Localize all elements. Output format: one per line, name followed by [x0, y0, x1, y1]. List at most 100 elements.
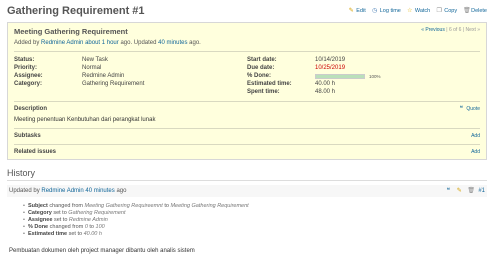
journal-notes: Pembuatan dokumen oleh project manager d…	[9, 248, 195, 254]
journal-detail-item: Assignee set to Redmine Admin	[23, 217, 487, 224]
copy-label: Copy	[444, 8, 458, 14]
due-date-label: Due date:	[247, 65, 275, 71]
priority-label: Priority:	[14, 65, 38, 71]
priority-value: Normal	[82, 65, 102, 71]
spent-time-label: Spent time:	[247, 89, 280, 95]
journal-number-link[interactable]: #1	[478, 188, 485, 194]
pencil-icon[interactable]: ✎	[456, 188, 462, 194]
journal-entry: Updated by Redmine Admin 40 minutes ago …	[7, 185, 487, 254]
next-link[interactable]: Next »	[466, 27, 480, 33]
history-heading: History	[7, 168, 487, 181]
journal-detail-to: 100	[95, 224, 105, 230]
divider	[14, 51, 480, 52]
journal-detail-from: Meeting Gathering Requireemnt	[84, 203, 163, 209]
journal-detail-verb: set to	[53, 210, 67, 216]
assignee-link[interactable]: Redmine Admin	[82, 73, 124, 79]
copy-icon: ❐	[436, 8, 442, 14]
category-row: Category: Gathering Requirement	[14, 80, 247, 88]
edit-button[interactable]: ✎ Edit	[348, 8, 366, 14]
estimated-time-row: Estimated time: 40.00 h	[247, 80, 480, 88]
log-time-label: Log time	[379, 8, 401, 14]
related-issues-header: Related issues Add	[14, 149, 480, 155]
journal-prefix: Updated by	[9, 188, 40, 194]
attributes-left: Status: New Task Priority: Normal Assign…	[14, 56, 247, 96]
subtasks-heading: Subtasks	[14, 133, 41, 139]
category-value: Gathering Requirement	[82, 81, 145, 87]
author-line: Added by Redmine Admin about 1 hour ago.…	[14, 40, 201, 46]
log-time-button[interactable]: ◷ Log time	[372, 8, 401, 14]
add-related-issue-link[interactable]: Add	[471, 149, 480, 155]
assignee-row: Assignee: Redmine Admin	[14, 72, 247, 80]
created-time-link[interactable]: about 1 hour	[85, 40, 119, 46]
delete-label: Delete	[471, 8, 487, 14]
previous-link[interactable]: « Previous	[421, 27, 445, 33]
due-date-row: Due date: 10/25/2019	[247, 64, 480, 72]
done-percent: 100%	[369, 73, 381, 79]
author-prefix: Added by	[14, 40, 40, 46]
journal-detail-item: Category set to Gathering Requirement	[23, 210, 487, 217]
status-label: Status:	[14, 57, 35, 63]
journal-detail-to: Redmine Admin	[68, 217, 108, 223]
journal-detail-from: 0	[84, 224, 88, 230]
related-issues-heading: Related issues	[14, 149, 57, 155]
start-date-value: 10/14/2019	[315, 57, 346, 63]
star-icon: ☆	[407, 8, 413, 14]
journal-detail-field: % Done	[27, 224, 49, 230]
subtasks-header: Subtasks Add	[14, 133, 480, 139]
issue-attributes: Status: New Task Priority: Normal Assign…	[14, 56, 480, 96]
divider	[14, 128, 480, 129]
journal-detail-item: Estimated time set to 40.00 h	[23, 231, 487, 238]
journal-detail-verb: set to	[53, 217, 68, 223]
ago-text: ago.	[189, 40, 201, 46]
journal-detail-field: Assignee	[27, 217, 53, 223]
journal-actions: ❝ ✎ 🗑 #1	[445, 188, 485, 194]
spent-time-row: Spent time: 48.00 h	[247, 88, 480, 96]
description-section: Description ❝ Quote Meeting penentuan Ken…	[14, 106, 480, 123]
category-label: Category:	[14, 81, 43, 87]
trash-icon: 🗑	[463, 8, 471, 14]
issue-subject-row: Meeting Gathering Requirement Added by R…	[14, 27, 480, 46]
journal-author-link[interactable]: Redmine Admin	[41, 188, 83, 194]
quote-icon[interactable]: ❝	[445, 188, 451, 194]
copy-button[interactable]: ❐ Copy	[436, 8, 458, 14]
quote-button[interactable]: ❝ Quote	[458, 106, 480, 112]
start-date-label: Start date:	[247, 57, 277, 63]
issue-subject: Meeting Gathering Requirement	[14, 27, 128, 36]
done-progress: 100%	[315, 73, 381, 79]
nav-position: 6 of 6	[448, 27, 462, 33]
journal-detail-verb: set to	[68, 231, 83, 237]
trash-icon[interactable]: 🗑	[467, 188, 475, 194]
quote-icon: ❝	[459, 106, 463, 112]
journal-detail-verb: changed from	[49, 224, 84, 230]
progress-bar	[315, 73, 365, 79]
done-row: % Done: 100%	[247, 72, 480, 80]
journal-detail-item: Subject changed from Meeting Gathering R…	[23, 203, 487, 210]
journal-detail-field: Estimated time	[27, 231, 68, 237]
updated-time-link[interactable]: 40 minutes	[158, 40, 187, 46]
spent-time-link[interactable]: 48.00 h	[315, 89, 335, 95]
issue-header: Gathering Requirement #1 ✎ Edit ◷ Log time…	[5, 0, 489, 22]
journal-header: Updated by Redmine Admin 40 minutes ago …	[7, 185, 487, 197]
journal-detail-field: Category	[27, 210, 52, 216]
add-subtask-link[interactable]: Add	[471, 133, 480, 139]
priority-row: Priority: Normal	[14, 64, 247, 72]
journal-detail-to-word: to	[89, 224, 94, 230]
journal-suffix: ago	[116, 188, 127, 194]
journal-detail-item: % Done changed from 0 to 100	[23, 224, 487, 231]
issue-title: Gathering Requirement #1	[7, 5, 145, 17]
clock-icon: ◷	[372, 8, 378, 14]
issue-page: Gathering Requirement #1 ✎ Edit ◷ Log time…	[0, 0, 494, 270]
attributes-right: Start date: 10/14/2019 Due date: 10/25/2…	[247, 56, 480, 96]
estimated-time-label: Estimated time:	[247, 81, 292, 87]
author-link[interactable]: Redmine Admin	[41, 40, 83, 46]
delete-button[interactable]: 🗑 Delete	[463, 8, 487, 14]
journal-time-link[interactable]: 40 minutes	[85, 188, 114, 194]
quote-label: Quote	[466, 106, 480, 112]
journal-detail-to-word: to	[164, 203, 169, 209]
issue-details: Meeting Gathering Requirement Added by R…	[7, 22, 487, 160]
assignee-label: Assignee:	[14, 73, 43, 79]
done-label: % Done:	[247, 73, 271, 79]
description-text: Meeting penentuan Kenbutuhan dari perang…	[14, 117, 156, 123]
issue-actions: ✎ Edit ◷ Log time ☆ Watch ❐ Copy 🗑 Delete	[348, 8, 487, 14]
watch-button[interactable]: ☆ Watch	[407, 8, 430, 14]
